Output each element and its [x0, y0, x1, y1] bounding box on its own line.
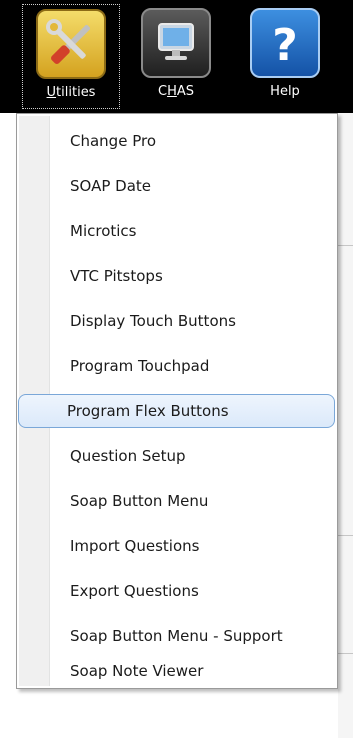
help-label: Help — [270, 84, 300, 99]
divider — [338, 535, 353, 536]
divider — [338, 245, 353, 246]
menu-item-microtics[interactable]: Microtics — [21, 214, 335, 248]
svg-text:?: ? — [272, 20, 298, 71]
menu-item-change-pro[interactable]: Change Pro — [21, 124, 335, 158]
utilities-menu: Change Pro SOAP Date Microtics VTC Pitst… — [16, 113, 338, 689]
menu-item-export-questions[interactable]: Export Questions — [21, 574, 335, 608]
chas-button[interactable]: CHAS — [128, 4, 224, 109]
background-window — [338, 113, 353, 738]
menu-item-program-touchpad[interactable]: Program Touchpad — [21, 349, 335, 383]
monitor-icon — [141, 8, 211, 78]
chas-label: CHAS — [157, 84, 194, 99]
utilities-button[interactable]: Utilities — [22, 4, 120, 109]
tools-icon — [36, 9, 106, 79]
toolbar: Utilities CHAS ? Help — [0, 0, 353, 113]
menu-item-question-setup[interactable]: Question Setup — [21, 439, 335, 473]
menu-item-vtc-pitstops[interactable]: VTC Pitstops — [21, 259, 335, 293]
menu-item-soap-date[interactable]: SOAP Date — [21, 169, 335, 203]
question-mark-icon: ? — [250, 8, 320, 78]
menu-item-import-questions[interactable]: Import Questions — [21, 529, 335, 563]
menu-item-soap-button-menu-support[interactable]: Soap Button Menu - Support — [21, 619, 335, 653]
help-button[interactable]: ? Help — [236, 4, 334, 109]
divider — [338, 653, 353, 654]
menu-item-display-touch-buttons[interactable]: Display Touch Buttons — [21, 304, 335, 338]
utilities-label: Utilities — [46, 85, 96, 100]
menu-item-program-flex-buttons[interactable]: Program Flex Buttons — [18, 394, 335, 428]
menu-item-soap-note-viewer[interactable]: Soap Note Viewer — [21, 654, 335, 688]
menu-item-soap-button-menu[interactable]: Soap Button Menu — [21, 484, 335, 518]
